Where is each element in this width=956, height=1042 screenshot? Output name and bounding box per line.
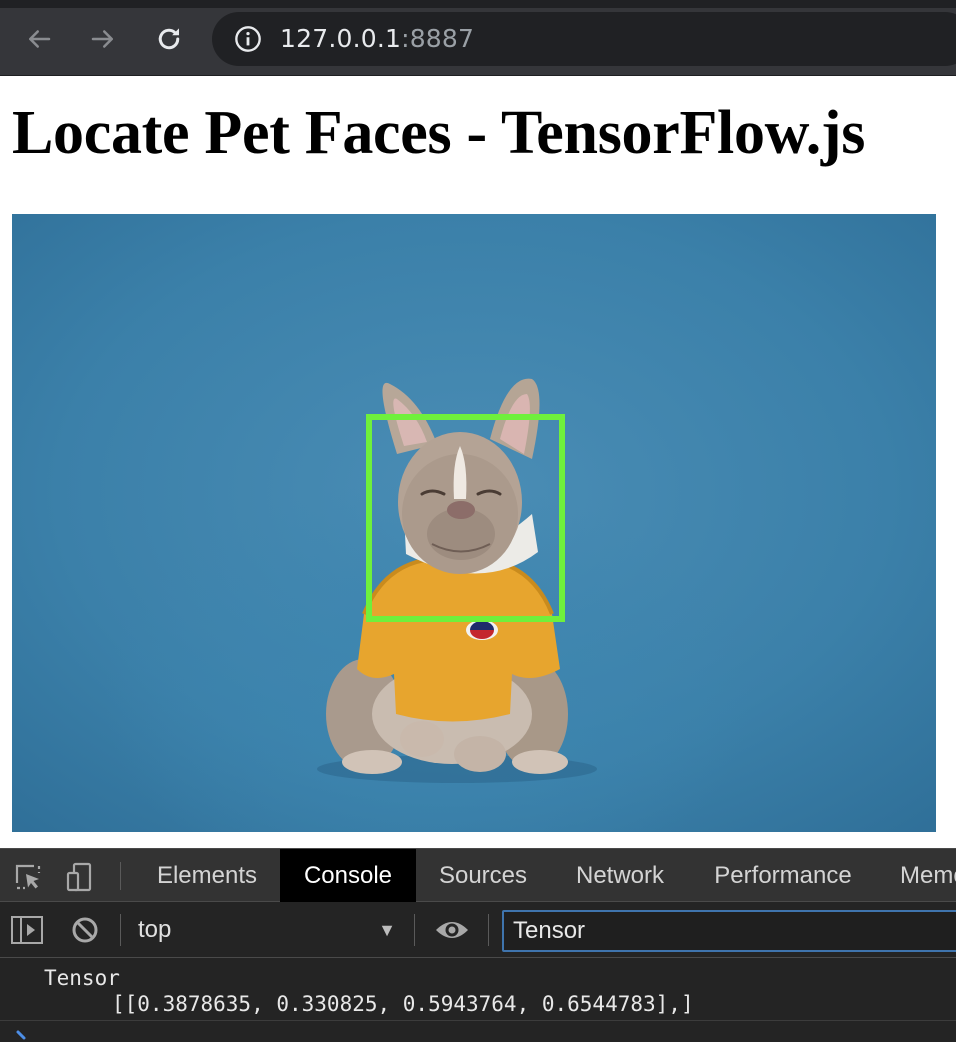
tab-console[interactable]: Console [280, 849, 416, 902]
browser-toolbar: 127.0.0.1:8887 [0, 0, 956, 76]
console-toolbar: top ▼ [0, 902, 956, 958]
url-port: :8887 [401, 24, 475, 53]
toolbar-divider [120, 862, 121, 890]
clear-console-icon[interactable] [70, 915, 100, 945]
console-log-value[interactable]: [[0.3878635, 0.330825, 0.5943764, 0.6544… [112, 991, 694, 1017]
toolbar-divider [488, 914, 489, 946]
tab-memory[interactable]: Memo [890, 849, 956, 902]
inspect-element-icon[interactable] [12, 861, 44, 893]
tab-performance[interactable]: Performance [700, 849, 866, 902]
prompt-chevron-icon [16, 1030, 26, 1040]
tab-network[interactable]: Network [560, 849, 680, 902]
page-title: Locate Pet Faces - TensorFlow.js [12, 99, 866, 167]
toolbar-divider [414, 914, 415, 946]
console-message: Tensor [[0.3878635, 0.330825, 0.5943764,… [0, 959, 956, 1021]
eye-icon[interactable] [434, 916, 470, 944]
tab-elements[interactable]: Elements [142, 849, 272, 902]
tab-sources[interactable]: Sources [424, 849, 542, 902]
devtools-tab-bar: Elements Console Sources Network Perform… [0, 848, 956, 902]
devtools-panel: Elements Console Sources Network Perform… [0, 848, 956, 1042]
dropdown-arrow-icon: ▼ [378, 920, 396, 940]
url-host: 127.0.0.1 [280, 24, 402, 53]
back-arrow-icon [29, 30, 51, 48]
back-button[interactable] [16, 16, 62, 62]
url-text[interactable]: 127.0.0.1:8887 [280, 23, 474, 55]
info-icon[interactable] [234, 25, 262, 53]
sidebar-toggle-icon[interactable] [10, 915, 44, 945]
toolbar-divider [120, 914, 121, 946]
device-toolbar-icon[interactable] [64, 861, 96, 893]
reload-button[interactable] [146, 16, 192, 62]
console-log-label: Tensor [44, 966, 120, 990]
address-bar[interactable]: 127.0.0.1:8887 [212, 12, 956, 66]
forward-button[interactable] [80, 16, 126, 62]
forward-arrow-icon [91, 30, 113, 48]
console-filter-input[interactable] [502, 910, 956, 952]
reload-icon [158, 28, 180, 50]
context-value: top [138, 916, 172, 943]
context-selector[interactable]: top ▼ [138, 914, 402, 946]
dog-photo [12, 214, 936, 832]
